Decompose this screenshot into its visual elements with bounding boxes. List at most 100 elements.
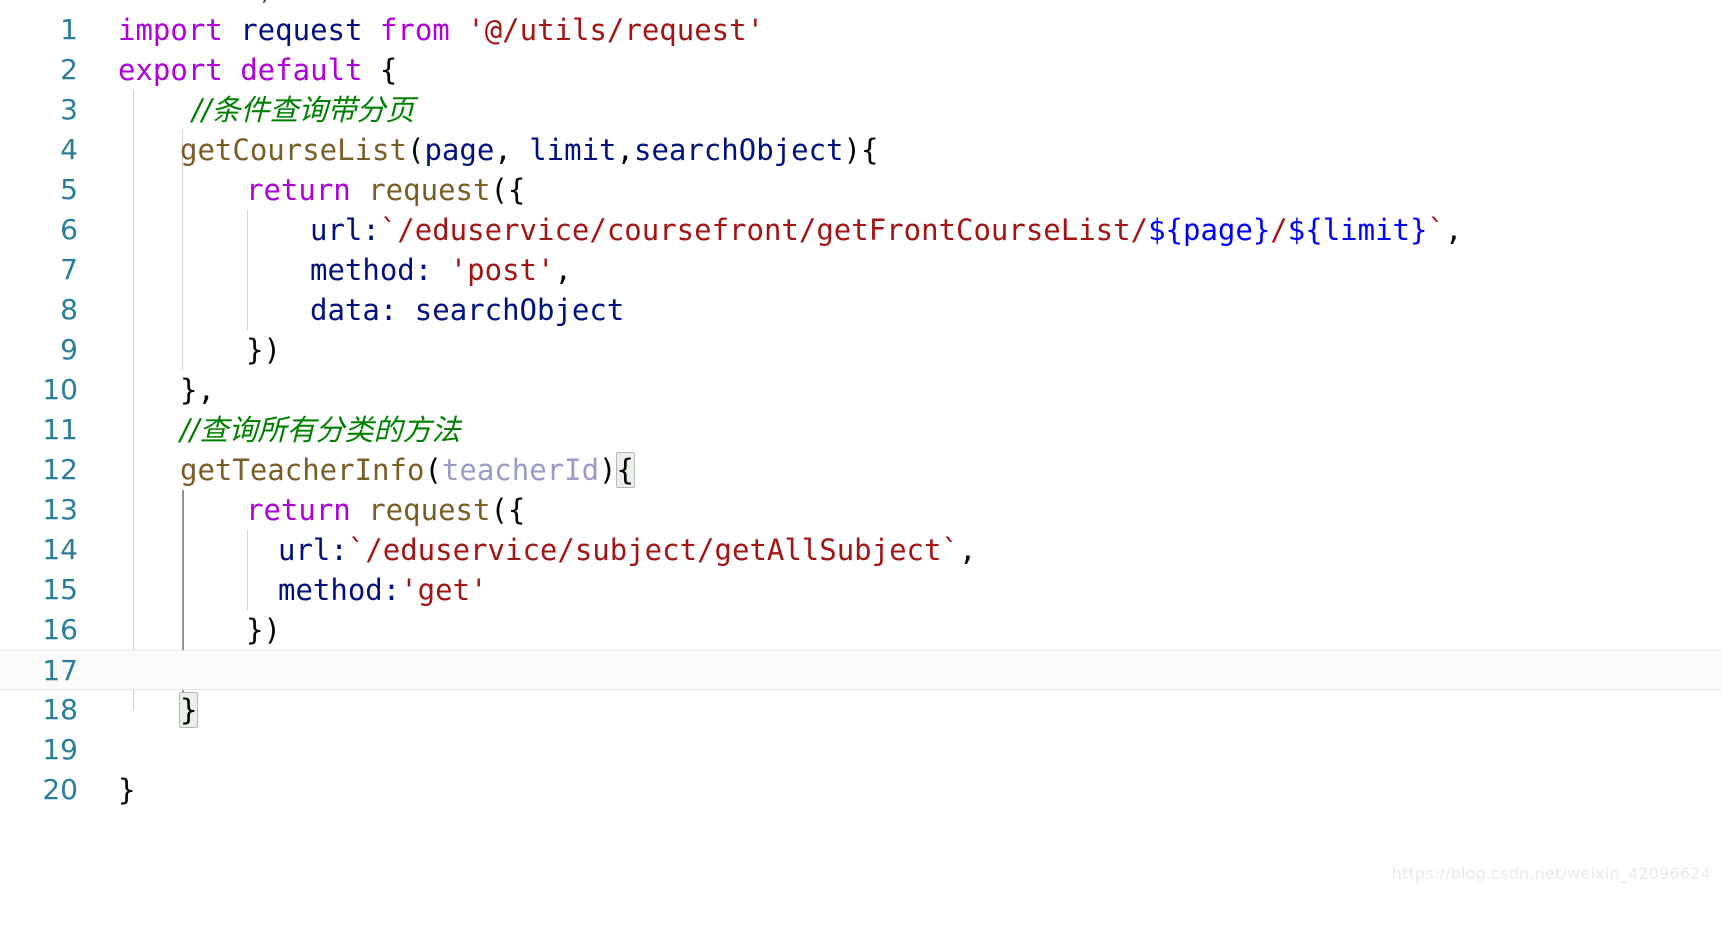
token-paren-open: ( [424,453,442,487]
code-line-19[interactable]: 19 [0,730,1721,770]
token-param-teacherId-unused: teacherId [441,453,600,487]
token-keyword-from: from [362,13,450,47]
token-brace-open: { [860,133,879,167]
token-template-string-end: ` [1427,213,1445,247]
line-number: 2 [60,53,78,86]
token-string-post: 'post' [449,253,555,287]
token-brace-open: { [362,53,398,87]
token-template-string-start: `/eduservice/coursefront/getFrontCourseL… [379,213,1149,247]
code-line-17-current[interactable]: 17 [0,650,1721,690]
line-content: url:`/eduservice/coursefront/getFrontCou… [310,210,1462,250]
code-line-4[interactable]: 4 getCourseList(page, limit,searchObject… [0,130,1721,170]
code-line-3[interactable]: 3 //条件查询带分页 [0,90,1721,130]
token-function-request: request [350,493,491,527]
token-comma: , [616,133,634,167]
code-line-6[interactable]: 6 url:`/eduservice/coursefront/getFrontC… [0,210,1721,250]
line-content: } [118,770,135,810]
token-string-module-path: '@/utils/request' [467,13,765,47]
code-line-15[interactable]: 15 method:'get' [0,570,1721,610]
token-paren-close: ) [843,133,861,167]
line-number: 13 [42,493,78,526]
token-paren-close: ) [599,453,617,487]
code-line-12[interactable]: 12 getTeacherInfo(teacherId){ [0,450,1721,490]
token-keyword-return: return [246,173,351,207]
token-template-expr-open: ${ [1148,213,1183,247]
token-param-searchObject: searchObject [634,133,844,167]
token-brace-paren-close: }) [246,613,281,647]
line-number: 11 [42,413,78,446]
token-paren-brace-open: ({ [490,493,526,527]
line-number: 5 [60,173,78,206]
watermark-url: https://blog.csdn.net/weixin_42096624 [1391,864,1711,883]
line-content: import request from '@/utils/request' [118,10,764,50]
line-content: export default { [118,50,397,90]
token-identifier-request: request [222,13,363,47]
code-line-5[interactable]: 5 return request({ [0,170,1721,210]
token-brace-close-comma: }, [180,373,215,407]
token-identifier-searchObject: searchObject [414,293,625,327]
code-line-13[interactable]: 13 return request({ [0,490,1721,530]
token-brace-close: } [118,773,136,807]
line-content: } [178,690,199,730]
token-param-page: page [424,133,495,167]
token-keyword-import: import [118,13,223,47]
remnant-text: l ) [118,0,275,9]
code-line-16[interactable]: 16 }) [0,610,1721,650]
token-string-slash: / [1270,213,1288,247]
line-number: 3 [60,93,78,126]
line-number: 20 [42,773,78,806]
line-content: method:'get' [278,570,488,610]
token-comma: , [958,533,977,567]
line-content: url:`/eduservice/subject/getAllSubject`, [278,530,976,570]
line-content: method: 'post', [310,250,572,290]
line-content: }) [246,610,281,650]
line-content: getCourseList(page, limit,searchObject){ [180,130,878,170]
line-number: 8 [60,293,78,326]
token-brace-paren-close: }) [246,333,281,367]
line-number: 6 [60,213,78,246]
token-comma: , [554,253,572,287]
token-template-expr-open: ${ [1287,213,1323,247]
token-comment-chinese: //查询所有分类的方法 [180,413,461,447]
code-line-11[interactable]: 11 //查询所有分类的方法 [0,410,1721,450]
code-line-1[interactable]: 1 import request from '@/utils/request' [0,10,1721,50]
line-number: 17 [42,654,78,687]
code-line-20[interactable]: 20 } [0,770,1721,810]
token-property-url: url: [310,213,380,247]
token-comment-chinese: //条件查询带分页 [192,93,415,127]
line-content: //条件查询带分页 [192,90,415,130]
code-line-14[interactable]: 14 url:`/eduservice/subject/getAllSubjec… [0,530,1721,570]
token-function-request: request [350,173,491,207]
token-function-getCourseList: getCourseList [180,133,407,167]
token-template-var-limit: limit [1322,213,1410,247]
token-comma: , [494,133,530,167]
code-line-9[interactable]: 9 }) [0,330,1721,370]
code-line-7[interactable]: 7 method: 'post', [0,250,1721,290]
code-line-18[interactable]: 18 } [0,690,1721,730]
code-line-2[interactable]: 2 export default { [0,50,1721,90]
line-number: 1 [60,13,78,46]
token-template-expr-close: } [1410,213,1428,247]
line-number: 19 [42,733,78,766]
token-keyword-default: default [222,53,363,87]
token-string-get: 'get' [400,573,488,607]
line-number: 18 [42,693,78,726]
token-keyword-export: export [118,53,223,87]
token-comma: , [1444,213,1463,247]
token-brace-open-matched: { [615,452,636,488]
line-number: 15 [42,573,78,606]
code-line-8[interactable]: 8 data: searchObject [0,290,1721,330]
line-content: return request({ [246,490,525,530]
code-editor[interactable]: l ) 1 import request from '@/utils/reque… [0,0,1721,895]
line-number: 7 [60,253,78,286]
token-brace-close-matched: } [178,692,199,728]
line-number: 16 [42,613,78,646]
code-line-10[interactable]: 10 }, [0,370,1721,410]
token-property-method: method: [278,573,401,607]
line-number: 9 [60,333,78,366]
line-number: 12 [42,453,78,486]
token-param-limit: limit [529,133,617,167]
line-number: 10 [42,373,78,406]
